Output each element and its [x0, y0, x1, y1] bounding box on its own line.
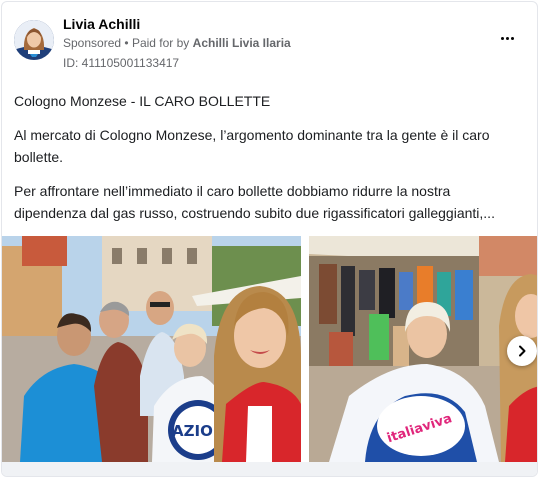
meta-separator: • — [124, 36, 132, 50]
post-header: Livia Achilli Sponsored • Paid for by Ac… — [2, 2, 537, 82]
author-name[interactable]: Livia Achilli — [63, 16, 140, 32]
ad-id: ID: 411105001133417 — [63, 56, 180, 70]
sponsored-label: Sponsored — [63, 36, 122, 50]
carousel-next-button[interactable] — [507, 336, 537, 366]
post-title: Cologno Monzese - IL CARO BOLLETTE — [14, 93, 271, 109]
more-options-icon — [500, 36, 515, 40]
post-paragraph: Per affrontare nell’immediato il caro bo… — [14, 183, 495, 221]
paid-for-prefix: Paid for by — [131, 36, 190, 50]
carousel-image-selfie[interactable]: Azione AZION — [2, 236, 301, 462]
sponsored-meta: Sponsored • Paid for by Achilli Livia Il… — [63, 36, 291, 50]
carousel-image-market[interactable]: italiaviva — [309, 236, 537, 462]
profile-photo-icon — [14, 20, 54, 60]
post-paragraph: Al mercato di Cologno Monzese, l’argomen… — [14, 127, 490, 165]
sponsored-post-card: Livia Achilli Sponsored • Paid for by Ac… — [1, 1, 538, 477]
selfie-photo: Azione AZION — [2, 236, 301, 462]
avatar[interactable] — [14, 20, 54, 60]
post-footer — [2, 462, 537, 476]
market-photo: italiaviva — [309, 236, 537, 462]
paid-for-by-name: Achilli Livia Ilaria — [192, 36, 291, 50]
chevron-right-icon — [519, 345, 526, 357]
more-options-button[interactable] — [499, 30, 515, 46]
image-carousel[interactable]: Azione AZION — [2, 236, 537, 462]
post-text: Cologno Monzese - IL CARO BOLLETTE Al me… — [14, 90, 526, 236]
